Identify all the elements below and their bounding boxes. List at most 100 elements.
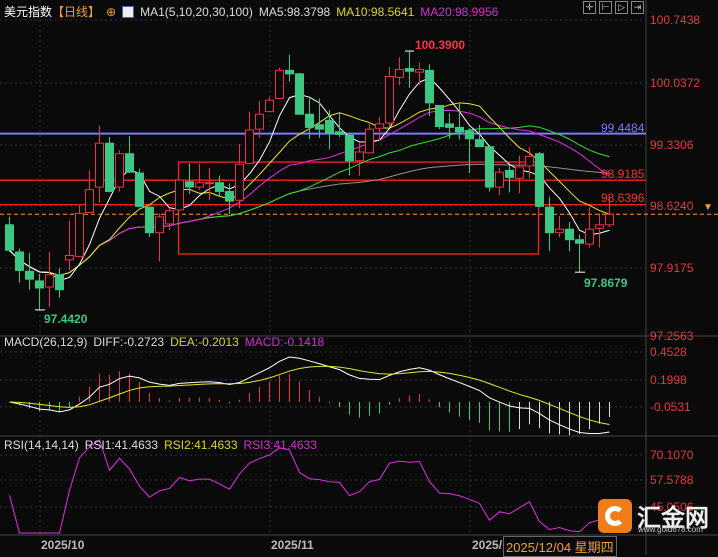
- rsi2-value: RSI2:41.4633: [164, 438, 238, 452]
- candle-body: [95, 142, 104, 188]
- candle-body: [115, 153, 124, 188]
- candle-body: [55, 274, 64, 291]
- candle-body: [335, 131, 344, 135]
- candle-body: [35, 280, 44, 289]
- candle-body: [405, 68, 414, 72]
- candle-body: [225, 190, 234, 202]
- main-header: 美元指数 【日线】 ⊕ MA1(5,10,20,30,100) MA5:98.3…: [4, 3, 498, 20]
- candle-body: [255, 113, 264, 130]
- candle-body: [485, 146, 494, 188]
- ma5-value: MA5:98.3798: [258, 4, 331, 19]
- price-tick: 97.9175: [650, 261, 694, 275]
- hline-label-blue: 99.4484: [601, 121, 645, 135]
- candle-body: [375, 123, 384, 129]
- candle-body: [595, 224, 604, 229]
- move-right-tool-icon[interactable]: ⇥: [631, 1, 644, 14]
- candle-body: [205, 182, 214, 185]
- hline-label-red-2: 98.6396: [601, 191, 645, 205]
- last-price-arrow-icon: ▼: [703, 202, 713, 213]
- candle-body: [305, 113, 314, 128]
- candle-body: [135, 172, 144, 207]
- candle-body: [285, 69, 294, 75]
- candle-body: [415, 68, 424, 73]
- high-price-label: 100.3900: [415, 38, 466, 52]
- candle-body: [315, 124, 324, 130]
- cursor-date-label: 2025/12/04 星期四: [503, 536, 617, 557]
- logo-url: www.gold678.com: [638, 525, 703, 534]
- candle-body: [445, 123, 454, 128]
- price-tick: 98.6240: [650, 199, 694, 213]
- macd-tick: 0.4528: [650, 345, 687, 359]
- rsi-name[interactable]: RSI(14,14,14): [4, 438, 79, 452]
- candle-body: [15, 251, 24, 271]
- range-box: [177, 161, 540, 255]
- candle-body: [465, 130, 474, 140]
- candle-body: [165, 210, 174, 225]
- candle-body: [545, 206, 554, 234]
- macd-header: MACD(26,12,9) DIFF:-0.2723 DEA:-0.2013 M…: [4, 335, 324, 349]
- candle-body: [535, 153, 544, 207]
- candle-body: [605, 213, 614, 226]
- candle-body: [515, 166, 524, 179]
- ma-indicator-label[interactable]: MA1(5,10,20,30,100): [140, 5, 253, 19]
- macd-dea: DEA:-0.2013: [170, 335, 239, 349]
- candle-body: [345, 134, 354, 162]
- zoom-in-tool-icon[interactable]: ⊢: [599, 1, 612, 14]
- candle-body: [145, 206, 154, 234]
- low-price-label: 97.4420: [44, 312, 88, 326]
- candle-body: [325, 119, 334, 135]
- candle-body: [555, 228, 564, 234]
- zoom-out-tool-icon[interactable]: ▷: [615, 1, 628, 14]
- candle-body: [105, 142, 114, 192]
- candle-body: [495, 171, 504, 188]
- price-tick: 100.0372: [650, 76, 701, 90]
- candle-body: [245, 129, 254, 164]
- period-label[interactable]: 【日线】: [52, 3, 100, 20]
- price-tick: 100.7438: [650, 13, 701, 27]
- candle-body: [275, 69, 284, 99]
- candle-body: [355, 151, 364, 162]
- price-tick: 99.3306: [650, 138, 694, 152]
- gold678-logo: [598, 499, 632, 533]
- candle-body: [185, 181, 194, 188]
- candle-body: [505, 169, 514, 178]
- candle-body: [125, 153, 134, 173]
- candle-body: [455, 126, 464, 133]
- macd-name[interactable]: MACD(26,12,9): [4, 335, 87, 349]
- indicator-icon[interactable]: [122, 5, 135, 18]
- rsi1-value: RSI1:41.4633: [84, 438, 159, 452]
- candle-body: [435, 104, 444, 128]
- candle-body: [25, 270, 34, 280]
- candle-body: [195, 182, 204, 188]
- rsi-tick: 70.1070: [650, 448, 694, 462]
- ma10-value: MA10:98.5641: [336, 4, 415, 19]
- candle-body: [175, 179, 184, 211]
- candle-body: [585, 228, 594, 245]
- candle-body: [365, 128, 374, 154]
- candle-body: [155, 216, 164, 234]
- price-tick: 97.2563: [650, 329, 694, 343]
- candle-body: [575, 239, 584, 244]
- rsi-header: RSI(14,14,14) RSI1:41.4633 RSI2:41.4633 …: [4, 438, 317, 452]
- candle-body: [565, 228, 574, 241]
- crosshair-toggle-icon[interactable]: ⊕: [106, 5, 116, 19]
- rsi-line: [9, 439, 610, 534]
- hline-label-red-1: 98.9185: [601, 167, 645, 181]
- candle-body: [215, 182, 224, 192]
- candle-body: [525, 155, 534, 167]
- crosshair-tool-icon[interactable]: ✛: [583, 1, 596, 14]
- candle-body: [385, 75, 394, 124]
- ma20-value: MA20:98.9956: [420, 4, 499, 19]
- x-tick: 2025/11: [271, 538, 314, 552]
- symbol-title: 美元指数: [4, 5, 53, 19]
- candle-body: [395, 68, 404, 78]
- candle-body: [5, 224, 14, 251]
- candle-body: [45, 274, 54, 288]
- candle-body: [65, 255, 74, 261]
- x-tick: 2025/10: [41, 538, 85, 552]
- recent-low-label: 97.8679: [584, 276, 628, 290]
- candle-body: [75, 212, 84, 257]
- candle-body: [235, 163, 244, 201]
- candle-body: [295, 73, 304, 115]
- candle-body: [475, 139, 484, 148]
